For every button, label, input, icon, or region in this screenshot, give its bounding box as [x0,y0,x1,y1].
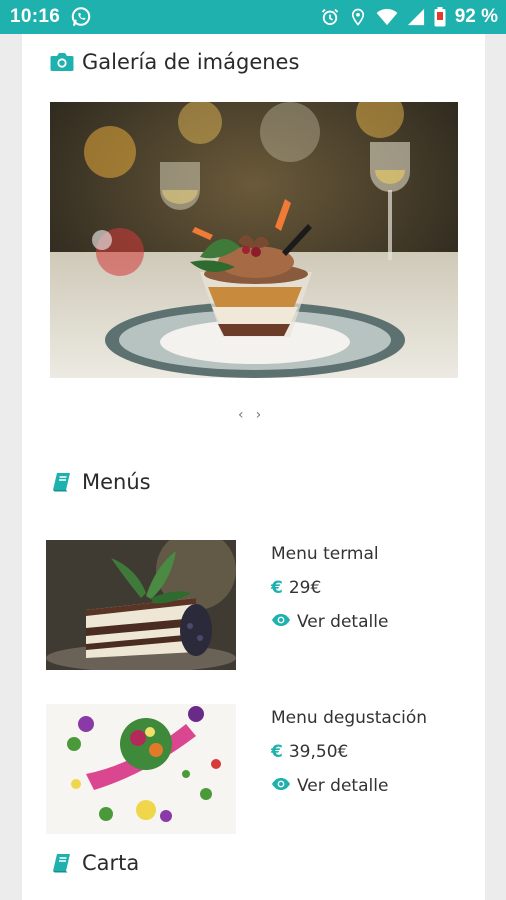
carousel-prev-button[interactable]: ‹ [238,407,244,423]
euro-icon: € [271,578,283,598]
view-detail-label: Ver detalle [297,612,389,632]
menu-thumbnail[interactable] [46,540,236,670]
carta-title: Carta [82,851,140,875]
menu-info: Menu degustación € 39,50€ Ver detalle [271,708,427,796]
alarm-icon [320,7,340,27]
carta-header: Carta [50,851,139,875]
euro-icon: € [271,742,283,762]
menus-header: Menús [50,470,151,494]
eye-icon [271,612,291,632]
whatsapp-icon [70,6,92,28]
signal-icon [407,8,425,26]
menus-title: Menús [82,470,151,494]
menu-price-value: 29€ [288,578,322,598]
menu-price-value: 39,50€ [288,742,349,762]
book-icon [50,852,74,874]
menu-item[interactable]: Menu degustación € 39,50€ Ver detalle [46,704,466,834]
gallery-pager: ‹ › [238,407,261,423]
content-card: Galería de imágenes ‹ › Menús Menu terma… [22,34,485,900]
carousel-next-button[interactable]: › [256,407,262,423]
view-detail-label: Ver detalle [297,776,389,796]
menu-item[interactable]: Menu termal € 29€ Ver detalle [46,540,466,670]
view-detail-link[interactable]: Ver detalle [271,776,427,796]
menu-name: Menu termal [271,544,379,564]
book-icon [50,471,74,493]
location-icon [349,7,367,27]
eye-icon [271,776,291,796]
menu-price: € 39,50€ [271,742,427,762]
view-detail-link[interactable]: Ver detalle [271,612,388,632]
status-time: 10:16 [10,6,61,27]
gallery-image[interactable] [50,102,458,378]
wifi-icon [376,8,398,26]
gallery-header: Galería de imágenes [50,50,299,74]
menu-price: € 29€ [271,578,388,598]
menu-info: Menu termal € 29€ Ver detalle [271,544,388,632]
camera-icon [50,51,74,73]
menu-thumbnail[interactable] [46,704,236,834]
menu-name: Menu degustación [271,708,428,728]
battery-percent: 92 % [454,6,498,27]
gallery-title: Galería de imágenes [82,50,300,74]
status-bar: 10:16 92 % [0,0,506,34]
battery-icon [434,7,446,27]
